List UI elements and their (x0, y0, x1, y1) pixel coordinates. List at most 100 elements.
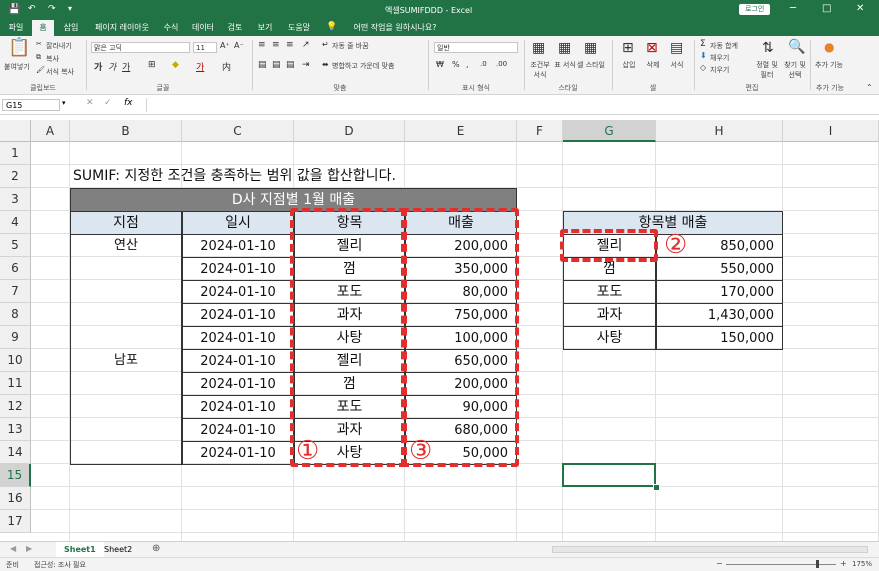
align-bottom-icon[interactable]: ≡ (286, 40, 294, 50)
tab-formulas[interactable]: 수식 (158, 20, 184, 36)
format-as-table-icon[interactable]: ▦ (558, 40, 571, 56)
tab-insert[interactable]: 삽입 (58, 20, 84, 36)
insert-cells-button[interactable]: 삽입 (618, 60, 640, 70)
column-header-f[interactable]: F (517, 120, 563, 142)
minimize-button[interactable]: ─ (790, 3, 796, 14)
select-all-button[interactable] (0, 120, 31, 142)
row-header-6[interactable]: 6 (0, 257, 31, 280)
tell-me-search[interactable]: 어떤 작업을 원하시나요? (340, 20, 450, 36)
fill-icon[interactable]: ⬇ (700, 51, 707, 60)
merge-center-button[interactable]: 병합하고 가운데 맞춤 (332, 61, 394, 71)
format-painter-button[interactable]: 서식 복사 (46, 67, 74, 77)
column-header-h[interactable]: H (656, 120, 783, 142)
login-button[interactable]: 로그인 (739, 4, 771, 15)
align-left-icon[interactable]: ▤ (258, 60, 267, 70)
italic-icon[interactable]: 가 (108, 60, 116, 73)
paste-icon[interactable]: 📋 (8, 39, 30, 57)
row-header-3[interactable]: 3 (0, 188, 31, 211)
number-format-select[interactable]: 일반 (434, 42, 518, 53)
wrap-text-button[interactable]: 자동 줄 바꿈 (332, 41, 369, 51)
accessibility-status[interactable]: 접근성: 조사 필요 (34, 560, 86, 570)
tab-help[interactable]: 도움말 (282, 20, 316, 36)
tab-view[interactable]: 보기 (252, 20, 278, 36)
tab-home[interactable]: 홈 (32, 20, 54, 36)
cut-icon[interactable]: ✂ (36, 40, 42, 48)
wrap-text-icon[interactable]: ↵ (322, 40, 329, 49)
delete-cells-button[interactable]: 삭제 (642, 60, 664, 70)
column-header-g[interactable]: G (563, 120, 656, 142)
paste-label[interactable]: 붙여넣기 (4, 62, 30, 72)
maximize-button[interactable]: □ (822, 3, 831, 14)
align-center-icon[interactable]: ▤ (272, 60, 281, 70)
autosum-button[interactable]: 자동 합계 (710, 41, 738, 51)
insert-function-icon[interactable]: fx (124, 98, 133, 108)
fill-handle[interactable] (653, 484, 660, 491)
name-box-dropdown-icon[interactable]: ▾ (62, 99, 66, 107)
currency-icon[interactable]: ₩ (436, 60, 444, 69)
row-header-2[interactable]: 2 (0, 165, 31, 188)
name-box[interactable]: G15 (2, 99, 60, 111)
autosum-icon[interactable]: Σ (700, 39, 706, 49)
phonetic-icon[interactable]: 内 (222, 60, 231, 73)
zoom-level[interactable]: 175% (852, 560, 872, 568)
clear-icon[interactable]: ◇ (700, 63, 706, 72)
increase-decimal-icon[interactable]: .0 (480, 60, 487, 68)
tab-review[interactable]: 검토 (222, 20, 248, 36)
align-right-icon[interactable]: ▤ (286, 60, 295, 70)
worksheet-grid[interactable]: ABCDEFGHI 1 2 3 4 5 6 7 8 9 10 11 12 13 14 15 16 17 SUMI… (0, 120, 879, 541)
border-icon[interactable]: ⊞ (148, 60, 156, 70)
cell-styles-button[interactable]: 셀 스타일 (577, 60, 605, 70)
decrease-decimal-icon[interactable]: .00 (496, 60, 507, 68)
delete-cells-icon[interactable]: ⊠ (646, 40, 658, 56)
underline-icon[interactable]: 가 (122, 60, 130, 73)
sheet-tab-sheet2[interactable]: Sheet2 (98, 542, 138, 557)
format-cells-icon[interactable]: ▤ (670, 40, 683, 56)
fill-color-icon[interactable]: ◆ (172, 60, 179, 70)
align-middle-icon[interactable]: ≡ (272, 40, 280, 50)
format-painter-icon[interactable]: 🖌 (36, 66, 45, 74)
row-header-10[interactable]: 10 (0, 349, 31, 372)
copy-icon[interactable]: ⧉ (36, 53, 41, 62)
column-header-b[interactable]: B (70, 120, 182, 142)
zoom-out-icon[interactable]: − (716, 559, 723, 568)
save-icon[interactable]: 💾 (8, 4, 20, 15)
row-header-1[interactable]: 1 (0, 142, 31, 165)
format-cells-button[interactable]: 서식 (666, 60, 688, 70)
cancel-icon[interactable]: ✕ (86, 98, 94, 108)
column-header-d[interactable]: D (294, 120, 405, 142)
column-header-c[interactable]: C (182, 120, 294, 142)
collapse-ribbon-icon[interactable]: ⌃ (866, 83, 873, 92)
column-header-e[interactable]: E (405, 120, 517, 142)
row-header-15[interactable]: 15 (0, 464, 31, 487)
fill-button[interactable]: 채우기 (710, 53, 729, 63)
horizontal-scrollbar[interactable] (552, 546, 868, 553)
row-header-8[interactable]: 8 (0, 303, 31, 326)
new-sheet-icon[interactable]: ⊕ (152, 543, 160, 554)
font-color-icon[interactable]: 가 (196, 60, 204, 73)
zoom-slider-thumb[interactable] (816, 560, 819, 568)
next-sheet-icon[interactable]: ▶ (26, 544, 32, 553)
orientation-icon[interactable]: ↗ (302, 40, 310, 50)
align-top-icon[interactable]: ≡ (258, 40, 266, 50)
add-ins-icon[interactable]: ● (824, 40, 834, 54)
sort-filter-icon[interactable]: ⇅ (762, 40, 774, 56)
grow-font-icon[interactable]: A⁺ (220, 41, 230, 50)
tab-file[interactable]: 파일 (4, 20, 28, 36)
tab-data[interactable]: 데이터 (188, 20, 218, 36)
row-header-14[interactable]: 14 (0, 441, 31, 464)
zoom-slider[interactable] (726, 564, 836, 565)
row-header-11[interactable]: 11 (0, 372, 31, 395)
undo-icon[interactable]: ↶ (28, 4, 36, 14)
add-ins-button[interactable]: 추가 기능 (814, 60, 844, 70)
font-size-select[interactable]: 11 (193, 42, 217, 53)
row-header-7[interactable]: 7 (0, 280, 31, 303)
shrink-font-icon[interactable]: A⁻ (234, 41, 244, 50)
row-header-12[interactable]: 12 (0, 395, 31, 418)
row-header-13[interactable]: 13 (0, 418, 31, 441)
clear-button[interactable]: 지우기 (710, 65, 729, 75)
column-header-a[interactable]: A (31, 120, 70, 142)
customize-toolbar-icon[interactable]: ▾ (68, 4, 72, 13)
active-cell[interactable] (562, 463, 656, 487)
conditional-format-icon[interactable]: ▦ (532, 40, 545, 56)
cut-button[interactable]: 잘라내기 (46, 41, 72, 51)
